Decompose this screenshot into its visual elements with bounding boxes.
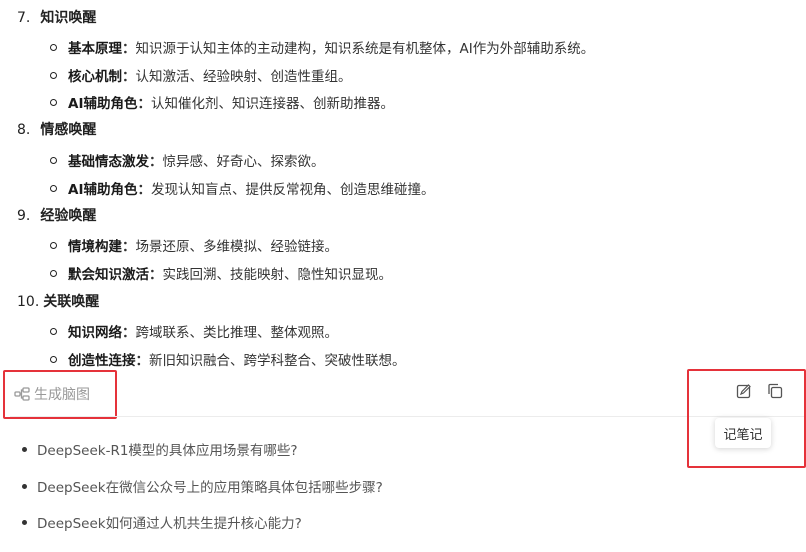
- section-number: 7.: [17, 10, 31, 26]
- bullet-icon: [22, 483, 27, 489]
- item-text: 惊异感、好奇心、探索欲。: [162, 154, 325, 170]
- mindmap-icon: [14, 387, 30, 401]
- section-number: 9.: [17, 208, 31, 224]
- list-item: 创造性连接：新旧知识融合、跨学科整合、突破性联想。: [50, 349, 406, 369]
- bullet-icon: [22, 446, 27, 452]
- section-title-text: 关联唤醒: [43, 294, 100, 310]
- item-text: 跨域联系、类比推理、整体观照。: [135, 325, 339, 341]
- item-label: 默会知识激活: [68, 267, 149, 283]
- edit-note-icon: [736, 383, 752, 403]
- list-item: AI辅助角色：发现认知盲点、提供反常视角、创造思维碰撞。: [50, 178, 434, 198]
- list-item: 基础情态激发：惊异感、好奇心、探索欲。: [50, 150, 325, 170]
- section-title: 7. 知识唤醒: [17, 7, 96, 27]
- list-item: AI辅助角色：认知催化剂、知识连接器、创新助推器。: [50, 92, 394, 112]
- item-label: 情境构建: [68, 239, 122, 255]
- item-label: 核心机制: [68, 69, 122, 85]
- item-label: AI辅助角色: [68, 182, 138, 198]
- bullet-icon: [50, 43, 57, 51]
- bullet-icon: [50, 98, 57, 106]
- take-note-button[interactable]: [733, 382, 755, 404]
- related-question-text: DeepSeek-R1模型的具体应用场景有哪些?: [37, 443, 298, 459]
- item-text: 新旧知识融合、跨学科整合、突破性联想。: [149, 353, 406, 369]
- bullet-icon: [50, 156, 57, 164]
- mindmap-label: 生成脑图: [34, 387, 90, 403]
- item-label: AI辅助角色: [68, 96, 138, 112]
- item-label: 知识网络: [68, 325, 122, 341]
- section-title-text: 经验唤醒: [40, 208, 97, 224]
- note-tooltip: 记笔记: [715, 418, 771, 448]
- section-number: 10.: [17, 294, 40, 310]
- item-text: 认知催化剂、知识连接器、创新助推器。: [150, 96, 394, 112]
- generate-mindmap-button[interactable]: 生成脑图: [14, 383, 90, 405]
- section-title-text: 知识唤醒: [40, 10, 97, 26]
- bullet-icon: [50, 241, 57, 249]
- item-label: 基础情态激发: [68, 154, 149, 170]
- list-item: 核心机制：认知激活、经验映射、创造性重组。: [50, 65, 352, 85]
- copy-button[interactable]: [764, 382, 786, 404]
- section-title-text: 情感唤醒: [40, 122, 97, 138]
- item-label: 基本原理: [68, 41, 122, 57]
- item-text: 知识源于认知主体的主动建构，知识系统是有机整体，AI作为外部辅助系统。: [135, 41, 595, 57]
- related-question-text: DeepSeek如何通过人机共生提升核心能力?: [37, 516, 302, 532]
- related-question[interactable]: DeepSeek如何通过人机共生提升核心能力?: [22, 512, 302, 532]
- related-question-text: DeepSeek在微信公众号上的应用策略具体包括哪些步骤?: [37, 480, 383, 496]
- bullet-icon: [50, 327, 57, 335]
- item-text: 认知激活、经验映射、创造性重组。: [135, 69, 352, 85]
- divider: [10, 416, 806, 417]
- section-title: 8. 情感唤醒: [17, 119, 96, 139]
- related-question[interactable]: DeepSeek-R1模型的具体应用场景有哪些?: [22, 439, 298, 459]
- bullet-icon: [50, 355, 57, 363]
- list-item: 基本原理：知识源于认知主体的主动建构，知识系统是有机整体，AI作为外部辅助系统。: [50, 37, 594, 57]
- item-label: 创造性连接: [68, 353, 136, 369]
- bullet-icon: [50, 71, 57, 79]
- item-text: 发现认知盲点、提供反常视角、创造思维碰撞。: [150, 182, 435, 198]
- section-title: 9. 经验唤醒: [17, 205, 96, 225]
- copy-icon: [767, 383, 783, 403]
- list-item: 默会知识激活：实践回溯、技能映射、隐性知识显现。: [50, 263, 392, 283]
- item-text: 场景还原、多维模拟、经验链接。: [135, 239, 339, 255]
- bullet-icon: [50, 184, 57, 192]
- list-item: 情境构建：场景还原、多维模拟、经验链接。: [50, 235, 338, 255]
- bullet-icon: [22, 519, 27, 525]
- list-item: 知识网络：跨域联系、类比推理、整体观照。: [50, 321, 338, 341]
- bullet-icon: [50, 269, 57, 277]
- section-number: 8.: [17, 122, 31, 138]
- related-question[interactable]: DeepSeek在微信公众号上的应用策略具体包括哪些步骤?: [22, 476, 383, 496]
- section-title: 10. 关联唤醒: [17, 291, 99, 311]
- item-text: 实践回溯、技能映射、隐性知识显现。: [162, 267, 393, 283]
